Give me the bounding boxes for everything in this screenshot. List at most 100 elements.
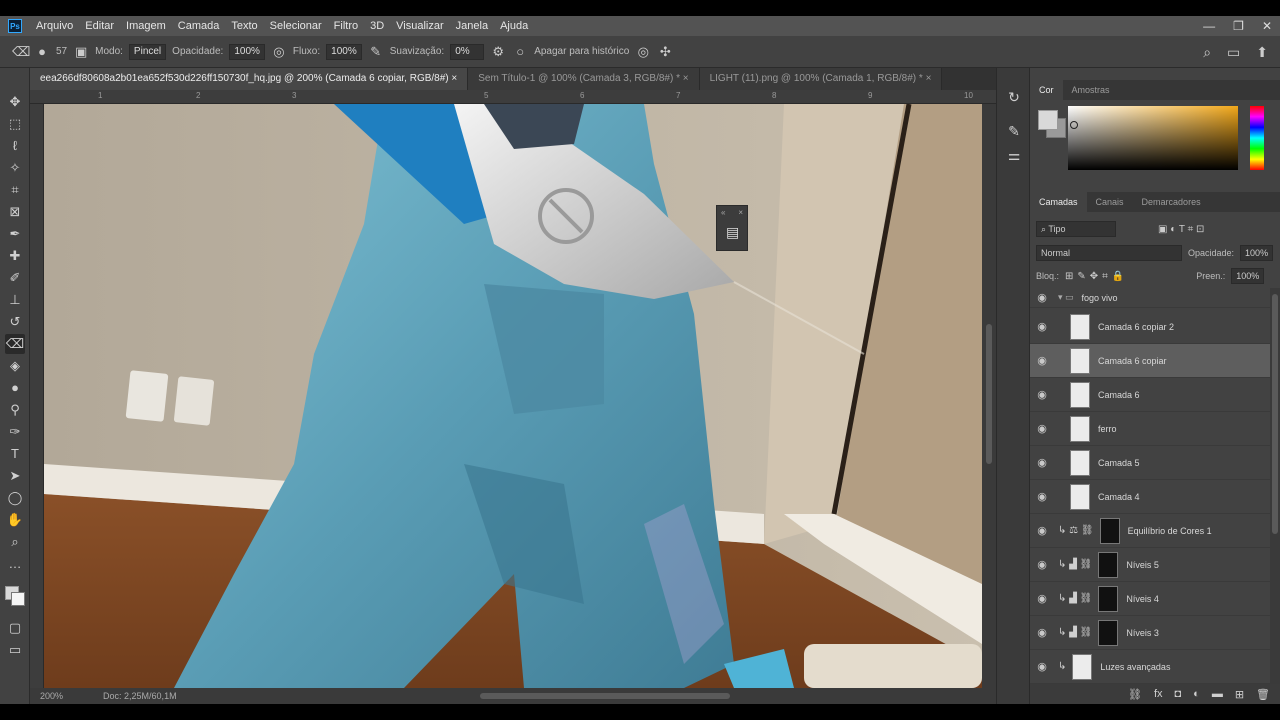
brush-preset-icon[interactable]: ● (34, 44, 50, 59)
background-color-swatch[interactable] (11, 592, 25, 606)
panel-close-icon[interactable]: × (738, 208, 743, 217)
pen-tool-icon[interactable]: ✑ (5, 422, 25, 442)
dodge-tool-icon[interactable]: ⚲ (5, 400, 25, 420)
shape-tool-icon[interactable]: ◯ (5, 488, 25, 508)
hue-slider[interactable] (1250, 106, 1264, 170)
smoothing-field[interactable]: 0% (450, 43, 485, 60)
visibility-eye-icon[interactable]: ◉ (1030, 490, 1054, 503)
frame-tool-icon[interactable]: ⊠ (5, 202, 25, 222)
tab-document-1[interactable]: eea266df80608a2b01ea652f530d226ff150730f… (30, 68, 469, 90)
airbrush-icon[interactable]: ✎ (368, 44, 384, 60)
tab-camadas[interactable]: Camadas (1030, 192, 1087, 212)
zoom-tool-icon[interactable]: ⌕ (5, 532, 25, 552)
restore-icon[interactable]: ❐ (1233, 19, 1244, 33)
menu-arquivo[interactable]: Arquivo (30, 16, 79, 36)
pressure-size-icon[interactable]: ◎ (635, 44, 651, 60)
blend-mode-select[interactable]: Normal (1036, 245, 1182, 261)
magic-wand-tool-icon[interactable]: ✧ (5, 158, 25, 178)
menu-selecionar[interactable]: Selecionar (264, 16, 328, 36)
tab-cor[interactable]: Cor (1030, 80, 1063, 100)
menu-texto[interactable]: Texto (225, 16, 263, 36)
symmetry-icon[interactable]: ✣ (657, 44, 673, 60)
visibility-eye-icon[interactable]: ◉ (1030, 388, 1054, 401)
smoothing-settings-gear-icon[interactable]: ⚙ (490, 44, 506, 60)
layer-group-row[interactable]: ◉ ▾ ▭ fogo vivo (1030, 288, 1270, 308)
layer-row[interactable]: ◉ Camada 6 (1030, 378, 1270, 412)
tab-document-2[interactable]: Sem Título-1 @ 100% (Camada 3, RGB/8#) *… (468, 68, 700, 90)
lasso-tool-icon[interactable]: ℓ (5, 136, 25, 156)
adjustment-layer-row[interactable]: ◉ ↳ ▟ ⛓ Níveis 5 (1030, 548, 1270, 582)
zoom-level[interactable]: 200% (40, 691, 63, 701)
new-group-icon[interactable]: ▬ (1212, 688, 1223, 700)
move-tool-icon[interactable]: ✥ (5, 92, 25, 112)
layer-row[interactable]: ◉ Camada 6 copiar 2 (1030, 310, 1270, 344)
visibility-eye-icon[interactable]: ◉ (1030, 456, 1054, 469)
vertical-scrollbar[interactable] (982, 104, 996, 688)
menu-editar[interactable]: Editar (79, 16, 120, 36)
menu-visualizar[interactable]: Visualizar (390, 16, 450, 36)
horizontal-scroll-thumb[interactable] (480, 693, 730, 699)
path-selection-tool-icon[interactable]: ➤ (5, 466, 25, 486)
erase-history-checkbox[interactable]: ○ (512, 44, 528, 59)
layers-scrollbar[interactable] (1270, 288, 1280, 684)
share-icon[interactable]: ⬆ (1256, 44, 1268, 61)
menu-filtro[interactable]: Filtro (328, 16, 364, 36)
brush-settings-icon[interactable]: ✎ (1005, 122, 1023, 140)
document-canvas[interactable] (44, 104, 982, 688)
visibility-eye-icon[interactable]: ◉ (1030, 291, 1054, 304)
layers-scroll-thumb[interactable] (1272, 294, 1278, 534)
search-icon[interactable]: ⌕ (1203, 44, 1211, 61)
color-picker-field[interactable] (1068, 106, 1238, 170)
visibility-eye-icon[interactable]: ◉ (1030, 592, 1054, 605)
menu-imagem[interactable]: Imagem (120, 16, 172, 36)
menu-camada[interactable]: Camada (172, 16, 226, 36)
crop-tool-icon[interactable]: ⌗ (5, 180, 25, 200)
pressure-opacity-icon[interactable]: ◎ (271, 44, 287, 60)
eyedropper-tool-icon[interactable]: ✒ (5, 224, 25, 244)
minimize-icon[interactable]: — (1203, 19, 1215, 33)
panel-tool-icon[interactable]: ▤ (726, 224, 739, 241)
quick-mask-icon[interactable]: ▢ (5, 618, 25, 638)
fill-field[interactable]: 100% (1231, 268, 1265, 284)
more-tools-icon[interactable]: … (5, 554, 25, 574)
layer-row-selected[interactable]: ◉ Camada 6 copiar (1030, 344, 1270, 378)
visibility-eye-icon[interactable]: ◉ (1030, 524, 1054, 537)
layer-row[interactable]: ◉ Camada 4 (1030, 480, 1270, 514)
layer-row[interactable]: ◉ Camada 5 (1030, 446, 1270, 480)
visibility-eye-icon[interactable]: ◉ (1030, 626, 1054, 639)
clone-stamp-tool-icon[interactable]: ⊥ (5, 290, 25, 310)
workspace-icon[interactable]: ▭ (1227, 44, 1240, 61)
tab-canais[interactable]: Canais (1087, 192, 1133, 212)
filter-icons[interactable]: ▣ ◐ T ⌗ ⊡ (1158, 224, 1204, 235)
layer-style-icon[interactable]: fx (1154, 688, 1163, 700)
add-mask-icon[interactable]: ◘ (1175, 688, 1182, 700)
vertical-scroll-thumb[interactable] (986, 324, 992, 464)
visibility-eye-icon[interactable]: ◉ (1030, 558, 1054, 571)
blur-tool-icon[interactable]: ● (5, 378, 25, 398)
visibility-eye-icon[interactable]: ◉ (1030, 422, 1054, 435)
menu-ajuda[interactable]: Ajuda (494, 16, 534, 36)
flow-field[interactable]: 100% (326, 43, 362, 60)
menu-3d[interactable]: 3D (364, 16, 390, 36)
screen-mode-icon[interactable]: ▭ (5, 640, 25, 660)
type-tool-icon[interactable]: T (5, 444, 25, 464)
panel-collapse-icon[interactable]: « (721, 208, 725, 217)
layer-opacity-field[interactable]: 100% (1240, 245, 1274, 261)
eraser-tool-icon[interactable]: ⌫ (12, 44, 30, 60)
close-icon[interactable]: ✕ (1262, 19, 1272, 33)
visibility-eye-icon[interactable]: ◉ (1030, 660, 1054, 673)
history-brush-tool-icon[interactable]: ↺ (5, 312, 25, 332)
healing-brush-tool-icon[interactable]: ✚ (5, 246, 25, 266)
visibility-eye-icon[interactable]: ◉ (1030, 320, 1054, 333)
new-layer-icon[interactable]: ⊞ (1235, 688, 1244, 701)
adjustment-layer-row[interactable]: ◉ ↳ ▟ ⛓ Níveis 4 (1030, 582, 1270, 616)
new-adjustment-icon[interactable]: ◐ (1193, 688, 1200, 700)
layer-filter-select[interactable]: ⌕ Tipo (1036, 221, 1116, 237)
foreground-color-swatch[interactable] (1038, 110, 1058, 130)
lock-icons[interactable]: ⊞✎✥⌗🔒 (1065, 271, 1128, 282)
delete-layer-icon[interactable]: 🗑 (1256, 688, 1270, 701)
brush-tool-icon[interactable]: ✐ (5, 268, 25, 288)
layer-row[interactable]: ◉ ↳ Luzes avançadas (1030, 650, 1270, 684)
tab-demarcadores[interactable]: Demarcadores (1133, 192, 1210, 212)
tab-amostras[interactable]: Amostras (1063, 80, 1119, 100)
